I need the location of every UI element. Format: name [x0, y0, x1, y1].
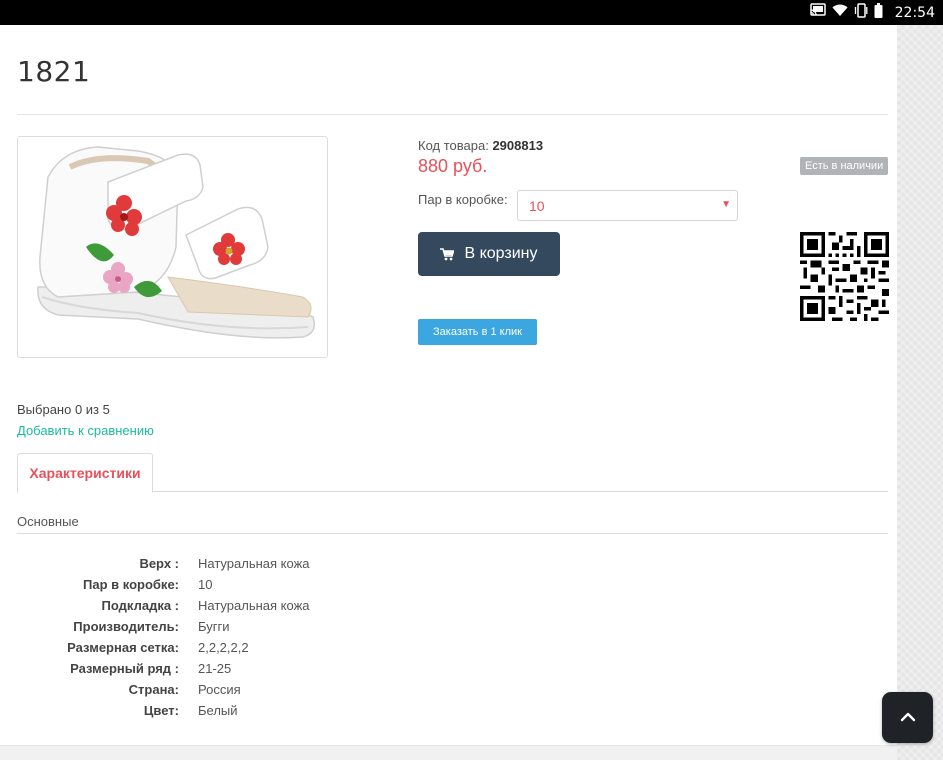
page-title: 1821 [17, 55, 91, 88]
buy-one-click-button[interactable]: Заказать в 1 клик [418, 319, 537, 345]
specs-section-title: Основные [17, 514, 79, 529]
product-image[interactable] [17, 136, 328, 358]
spec-value: 21-25 [198, 661, 232, 676]
caret-down-icon: ▼ [721, 199, 731, 210]
sandal-illustration [18, 137, 327, 357]
spec-label: Размерная сетка: [67, 640, 179, 655]
spec-label: Размерный ряд : [70, 661, 179, 676]
spec-value: Белый [198, 703, 238, 718]
product-page: 1821 Код товара: 2908813 880 руб. Есть в… [0, 25, 897, 745]
spec-row: Цвет: Белый [17, 701, 517, 722]
spec-row: Размерный ряд : 21-25 [17, 659, 517, 680]
spec-row: Верх : Натуральная кожа [17, 554, 517, 575]
scroll-to-top-button[interactable] [882, 692, 933, 743]
stock-badge: Есть в наличии [800, 157, 889, 175]
spec-value: Бугги [198, 619, 230, 634]
spec-row: Страна: Россия [17, 680, 517, 701]
cast-icon [809, 3, 826, 22]
product-code-value: 2908813 [492, 138, 544, 153]
spec-row: Размерная сетка: 2,2,2,2,2 [17, 638, 517, 659]
spec-label: Верх : [139, 556, 179, 571]
bottom-scrollbar [0, 745, 897, 760]
phone-vibrate-icon [854, 2, 868, 23]
tab-characteristics[interactable]: Характеристики [17, 453, 153, 493]
product-price: 880 руб. [418, 156, 488, 176]
specs-section-divider [17, 533, 888, 534]
spec-value: Россия [198, 682, 241, 697]
compare-selected-count: Выбрано 0 из 5 [17, 402, 110, 417]
wifi-icon [832, 4, 848, 22]
spec-value: 10 [198, 577, 213, 592]
status-time: 22:54 [894, 4, 935, 21]
qty-select[interactable]: 10 ▼ [517, 190, 738, 221]
cart-icon [440, 247, 455, 261]
status-bar: 22:54 [0, 0, 943, 25]
add-to-compare-link[interactable]: Добавить к сравнению [17, 423, 154, 438]
spec-label: Пар в коробке: [83, 577, 179, 592]
spec-value: 2,2,2,2,2 [198, 640, 249, 655]
scroll-gutter [897, 25, 943, 760]
spec-label: Страна: [128, 682, 179, 697]
product-code-label: Код товара: [418, 138, 489, 153]
qty-selected-value: 10 [529, 198, 545, 214]
qty-label: Пар в коробке: [418, 192, 508, 207]
product-code: Код товара: 2908813 [418, 138, 543, 153]
add-to-cart-button[interactable]: В корзину [418, 232, 560, 276]
spec-label: Производитель: [73, 619, 179, 634]
spec-value: Натуральная кожа [198, 598, 310, 613]
spec-row: Подкладка : Натуральная кожа [17, 596, 517, 617]
spec-row: Пар в коробке: 10 [17, 575, 517, 596]
spec-value: Натуральная кожа [198, 556, 310, 571]
title-divider [17, 114, 888, 115]
chevron-up-icon [900, 709, 916, 727]
spec-label: Подкладка : [101, 598, 179, 613]
add-to-cart-label: В корзину [464, 245, 538, 262]
battery-icon [874, 2, 883, 23]
qr-code [800, 232, 889, 321]
spec-label: Цвет: [143, 703, 179, 718]
specs-table: Верх : Натуральная кожа Пар в коробке: 1… [17, 554, 517, 722]
spec-row: Производитель: Бугги [17, 617, 517, 638]
